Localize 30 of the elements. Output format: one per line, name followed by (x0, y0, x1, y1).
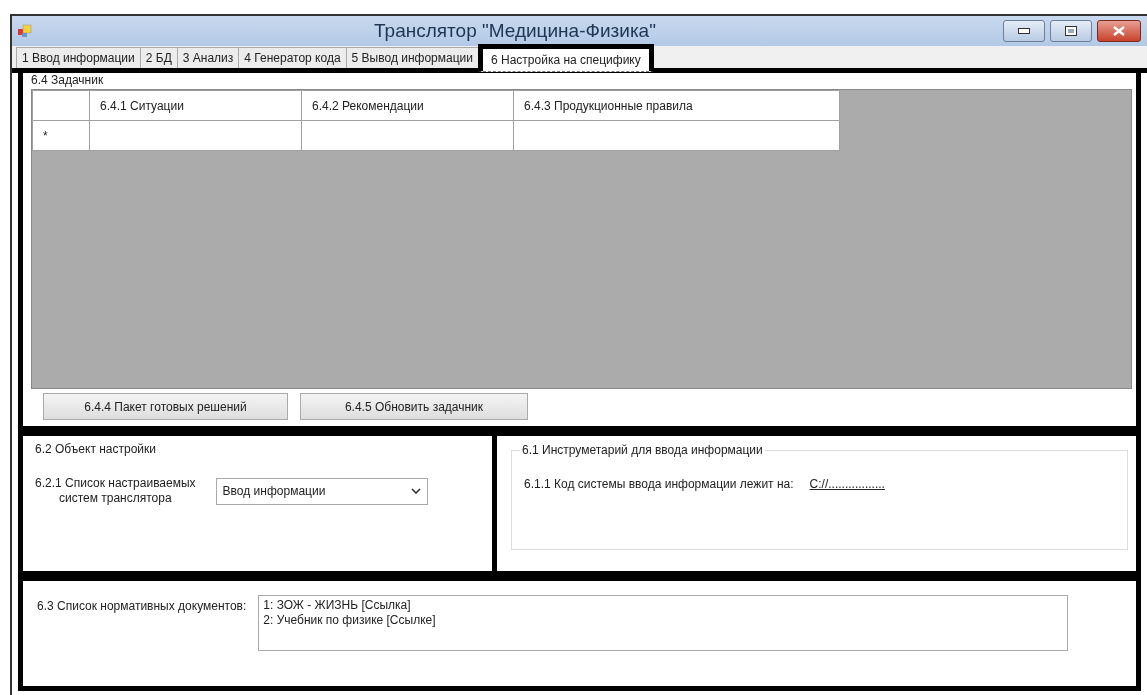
chevron-icon (410, 488, 421, 494)
maximize-icon (1065, 26, 1077, 36)
minimize-icon (1018, 28, 1030, 34)
tab[interactable]: 6 Настройка на специфику (478, 44, 654, 72)
column-header[interactable]: 6.4.1 Ситуации (100, 98, 184, 113)
list-item[interactable]: 2: Учебник по физике [Ссылке] (263, 613, 436, 628)
new-row-marker: * (43, 128, 48, 143)
field-label: 6.3 Список нормативных документов: (37, 598, 247, 615)
group-title: 6.2 Объект настройки (35, 442, 156, 456)
list-item[interactable]: 1: ЗОЖ - ЖИЗНЬ [Ссылка] (263, 598, 411, 613)
window-title: Транслятор "Медицина-Физика" (374, 19, 656, 41)
field-label: 6.1.1 Код системы ввода информации лежит на: (524, 477, 794, 491)
group-title: 6.1 Инструметарий для ввода информации (520, 443, 765, 457)
close-button[interactable] (1097, 20, 1141, 42)
close-icon (1113, 26, 1125, 36)
group-title: 6.4 Задачник (31, 73, 104, 87)
path-link[interactable]: C://................. (809, 477, 885, 491)
maximize-button[interactable] (1050, 20, 1092, 42)
action-button[interactable]: 6.4.4 Пакет готовых решений (43, 393, 288, 420)
field-label: 6.2.1 Список настраиваемых систем транслятора (35, 476, 196, 506)
tab[interactable]: 4 Генератор кода (238, 47, 347, 68)
app-icon (18, 24, 32, 38)
tab[interactable]: 5 Вывод информации (345, 47, 479, 68)
action-button[interactable]: 6.4.5 Обновить задачник (300, 393, 528, 420)
minimize-button[interactable] (1003, 20, 1045, 42)
list-box[interactable]: 1: ЗОЖ - ЖИЗНЬ [Ссылка] 2: Учебник по физике [Ссылке] (258, 595, 1069, 651)
tab[interactable]: 1 Ввод информации (16, 47, 141, 68)
tab[interactable]: 2 БД (139, 47, 178, 68)
dropdown[interactable]: Ввод информации (215, 477, 428, 505)
tab[interactable]: 3 Анализ (176, 47, 240, 68)
